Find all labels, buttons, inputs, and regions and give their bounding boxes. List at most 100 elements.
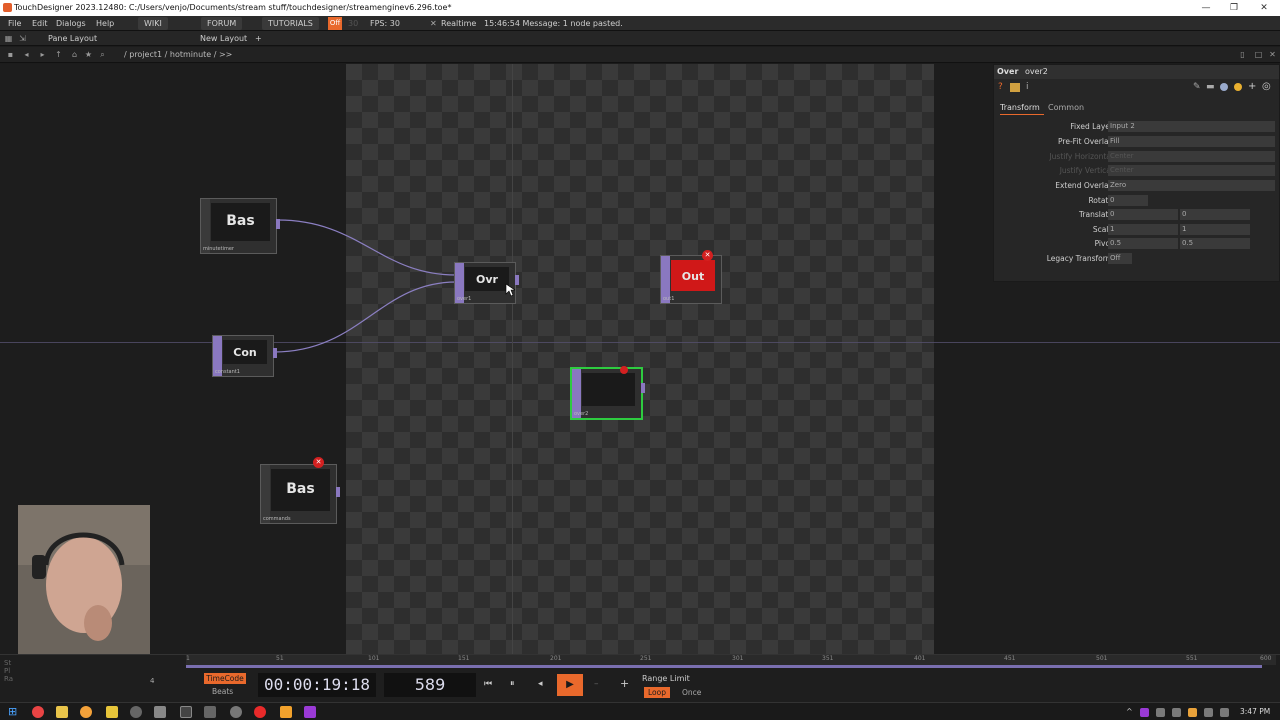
up-icon[interactable]: ↑ <box>54 50 63 59</box>
add-icon[interactable]: + <box>1248 81 1256 92</box>
new-layout-label[interactable]: New Layout <box>200 31 247 46</box>
param-value-x[interactable]: 0 <box>1108 209 1178 220</box>
edit-icon[interactable]: ✎ <box>1193 82 1201 92</box>
add-icon[interactable]: + <box>620 677 629 690</box>
perform-off-badge[interactable]: Off <box>328 17 342 30</box>
menu-dialogs[interactable]: Dialogs <box>56 16 86 31</box>
tab-transform[interactable]: Transform <box>1000 103 1040 112</box>
minimize-button[interactable]: — <box>1192 0 1220 16</box>
output-connector[interactable] <box>641 383 645 393</box>
lock-icon[interactable] <box>1010 83 1020 92</box>
param-scale[interactable]: Scale 1 1 <box>994 223 1280 237</box>
output-connector[interactable] <box>336 487 340 497</box>
param-value[interactable]: Input 2 <box>1108 121 1275 132</box>
search-icon[interactable]: ⌕ <box>98 50 107 59</box>
param-value-y[interactable]: 0.5 <box>1180 238 1250 249</box>
param-value[interactable]: Zero <box>1108 180 1275 191</box>
node-out1[interactable]: Out out1 ✕ <box>660 250 722 304</box>
tray-expand-icon[interactable]: ^ <box>1126 707 1133 716</box>
app-icon-folder[interactable] <box>106 706 118 718</box>
app-icon-explorer[interactable] <box>56 706 68 718</box>
add-layout-button[interactable]: + <box>255 31 262 46</box>
step-forward-icon[interactable]: – <box>594 679 599 689</box>
frame-display[interactable]: 589 <box>384 673 476 697</box>
param-value[interactable]: 0 <box>1108 195 1148 206</box>
menu-help[interactable]: Help <box>96 16 114 31</box>
app-icon-touchdesigner[interactable] <box>180 706 192 718</box>
goto-start-icon[interactable]: ⏮ <box>484 679 492 689</box>
output-connector[interactable] <box>273 348 277 358</box>
maximize-button[interactable]: ❐ <box>1220 0 1248 16</box>
windows-start-icon[interactable]: ⊞ <box>8 705 17 718</box>
tray-icon-3[interactable] <box>1172 708 1181 717</box>
menu-file[interactable]: File <box>8 16 21 31</box>
param-value-x[interactable]: 0.5 <box>1108 238 1178 249</box>
volume-icon[interactable] <box>1220 708 1229 717</box>
app-icon-obs[interactable] <box>130 706 142 718</box>
timeline-ruler[interactable]: 1 51 101 151 201 251 301 351 401 451 501… <box>186 655 1276 665</box>
menu-edit[interactable]: Edit <box>32 16 48 31</box>
pane-close-icon[interactable]: ✕ <box>1268 50 1277 59</box>
node-constant1[interactable]: Con constant1 <box>212 335 277 377</box>
param-translate[interactable]: Translate 0 0 <box>994 208 1280 222</box>
app-icon-record[interactable] <box>254 706 266 718</box>
timecode-button[interactable]: TimeCode <box>204 673 246 684</box>
pane-layout-label[interactable]: Pane Layout <box>48 31 97 46</box>
pause-icon[interactable]: ⏸ <box>510 679 515 689</box>
tray-icon-1[interactable] <box>1140 708 1149 717</box>
settings-icon[interactable]: ◎ <box>1262 81 1271 92</box>
op-name[interactable]: over2 <box>1025 67 1048 76</box>
breadcrumb[interactable]: / project1 / hotminute / >> <box>124 47 232 63</box>
loop-button[interactable]: Loop <box>644 687 670 698</box>
viewer-icon[interactable] <box>1220 83 1228 91</box>
pane-expand-icon[interactable]: ⇲ <box>18 34 27 43</box>
output-connector[interactable] <box>276 219 280 229</box>
bookmark-icon[interactable]: ★ <box>84 50 93 59</box>
error-icon[interactable]: ✕ <box>702 250 713 261</box>
back-icon[interactable]: ◂ <box>22 50 31 59</box>
error-icon[interactable]: ✕ <box>313 457 324 468</box>
home-icon[interactable]: ⌂ <box>70 50 79 59</box>
pane-options-icon[interactable]: ▯ <box>1238 50 1247 59</box>
param-pre-fit-overlay[interactable]: Pre-Fit Overlay Fill <box>994 135 1280 149</box>
param-value-x[interactable]: 1 <box>1108 224 1178 235</box>
flag-icon[interactable] <box>1234 83 1242 91</box>
param-value[interactable]: Fill <box>1108 136 1275 147</box>
pane-split-icon[interactable]: ▦ <box>4 34 13 43</box>
param-extend-overlay[interactable]: Extend Overlay Zero <box>994 179 1280 193</box>
node-basic-minutetimer[interactable]: Bas minutetimer <box>200 198 280 254</box>
tray-icon-4[interactable] <box>1188 708 1197 717</box>
forward-icon[interactable]: ▸ <box>38 50 47 59</box>
help-icon[interactable]: ? <box>998 82 1003 92</box>
realtime-label[interactable]: Realtime <box>441 16 476 31</box>
param-legacy-transform[interactable]: Legacy Transform Off <box>994 252 1280 266</box>
param-value-y[interactable]: 0 <box>1180 209 1250 220</box>
node-over2-selected[interactable]: over2 <box>570 366 645 420</box>
app-icon-opera[interactable] <box>32 706 44 718</box>
app-icon-vlc[interactable] <box>280 706 292 718</box>
param-rotate[interactable]: Rotate 0 <box>994 194 1280 208</box>
comment-icon[interactable]: ▬ <box>1206 82 1215 92</box>
tutorials-button[interactable]: TUTORIALS <box>262 17 319 30</box>
output-connector[interactable] <box>515 275 519 285</box>
app-icon-calculator[interactable] <box>154 706 166 718</box>
play-button[interactable]: ▶ <box>557 674 583 696</box>
error-icon[interactable] <box>620 366 628 374</box>
tray-icon-2[interactable] <box>1156 708 1165 717</box>
pane-maximize-icon[interactable]: □ <box>1254 50 1263 59</box>
wiki-button[interactable]: WIKI <box>138 17 168 30</box>
close-button[interactable]: ✕ <box>1250 0 1278 16</box>
beats-button[interactable]: Beats <box>212 687 233 696</box>
param-pivot[interactable]: Pivot 0.5 0.5 <box>994 237 1280 251</box>
node-basic-commands[interactable]: Bas commands ✕ <box>260 457 340 524</box>
param-toggle[interactable]: Off <box>1108 253 1132 264</box>
param-value-y[interactable]: 1 <box>1180 224 1250 235</box>
step-back-icon[interactable]: ◂ <box>538 679 543 689</box>
app-icon-steam[interactable] <box>230 706 242 718</box>
menu-icon[interactable]: ▪ <box>6 50 15 59</box>
info-icon[interactable]: i <box>1026 82 1029 92</box>
timecode-display[interactable]: 00:00:19:18 <box>258 673 376 697</box>
once-button[interactable]: Once <box>682 688 701 697</box>
app-icon-firefox[interactable] <box>80 706 92 718</box>
app-icon-onenote[interactable] <box>304 706 316 718</box>
